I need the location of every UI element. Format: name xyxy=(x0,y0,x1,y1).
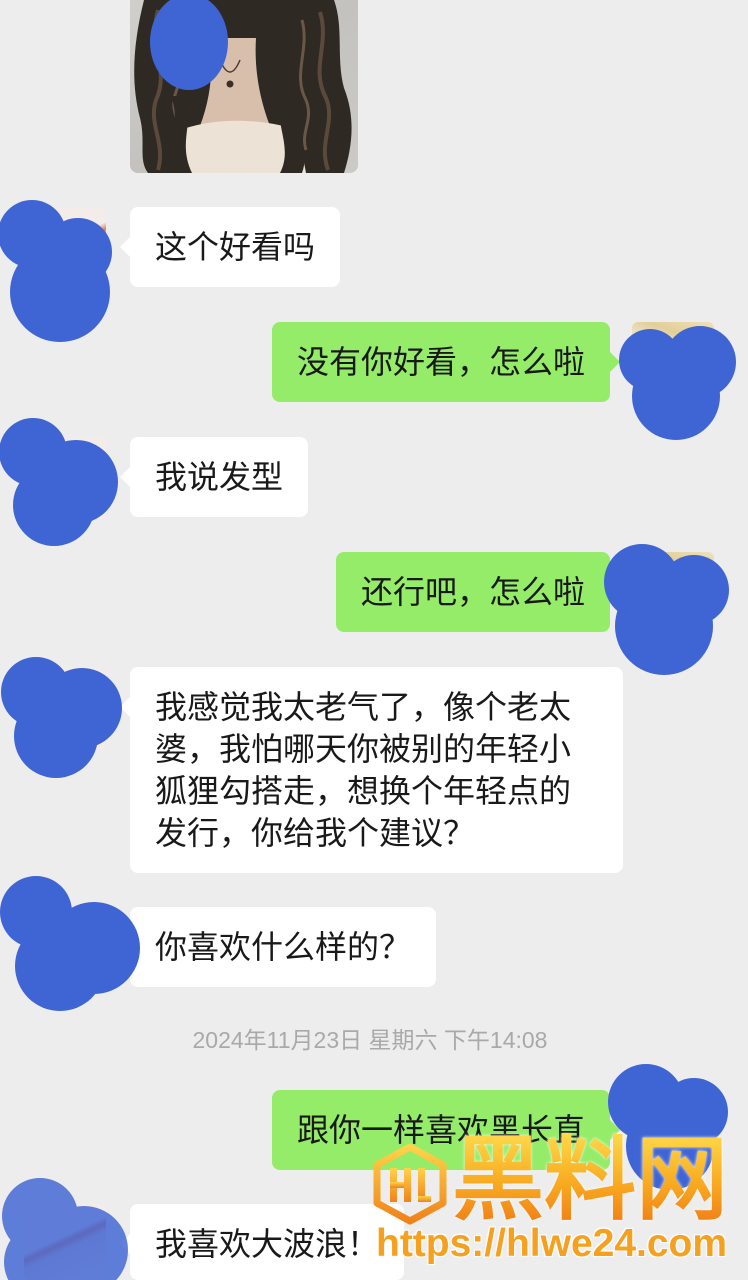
message-text: 这个好看吗 xyxy=(155,229,316,265)
hl-logo-icon xyxy=(373,1143,447,1225)
message-text: 还行吧，怎么啦 xyxy=(360,574,585,610)
avatar[interactable] xyxy=(24,1204,106,1280)
message-text: 我感觉我太老气了，像个老太婆，我怕哪天你被别的年轻小狐狸勾搭走，想换个年轻点的发… xyxy=(155,689,572,851)
avatar[interactable] xyxy=(24,667,106,749)
watermark-url: https://hlwe24.com xyxy=(376,1222,728,1265)
chat-image-message[interactable] xyxy=(130,0,358,173)
incoming-message-bubble[interactable]: 我说发型 xyxy=(119,437,309,517)
incoming-message-bubble[interactable]: 我喜欢大波浪！ xyxy=(119,1204,405,1280)
message-text: 我说发型 xyxy=(155,459,284,495)
message-text: 我喜欢大波浪！ xyxy=(155,1226,380,1262)
outgoing-message-bubble[interactable]: 还行吧，怎么啦 xyxy=(335,552,621,632)
avatar[interactable] xyxy=(24,437,106,519)
redaction-layer xyxy=(0,0,736,1280)
avatar[interactable] xyxy=(24,907,106,989)
photo-thumbnail xyxy=(130,0,358,173)
message-text: 没有你好看，怎么啦 xyxy=(296,344,585,380)
avatar[interactable] xyxy=(632,322,714,404)
incoming-message-bubble[interactable]: 你喜欢什么样的？ xyxy=(119,907,437,987)
time-divider: 2024年11月23日 星期六 下午14:08 xyxy=(192,1027,548,1053)
outgoing-message-bubble[interactable]: 没有你好看，怎么啦 xyxy=(271,322,621,402)
message-text: 你喜欢什么样的？ xyxy=(155,929,412,965)
avatar[interactable] xyxy=(632,552,714,634)
avatar[interactable] xyxy=(24,207,106,289)
incoming-message-bubble[interactable]: 我感觉我太老气了，像个老太婆，我怕哪天你被别的年轻小狐狸勾搭走，想换个年轻点的发… xyxy=(120,667,623,873)
incoming-message-bubble[interactable]: 这个好看吗 xyxy=(119,207,341,287)
watermark-brand: 黑料网 xyxy=(452,1129,729,1231)
chat-screen: 这个好看吗 没有你好看，怎么啦 我说发型 还行吧，怎么啦 我感觉我太老气了，像个… xyxy=(0,0,748,1280)
